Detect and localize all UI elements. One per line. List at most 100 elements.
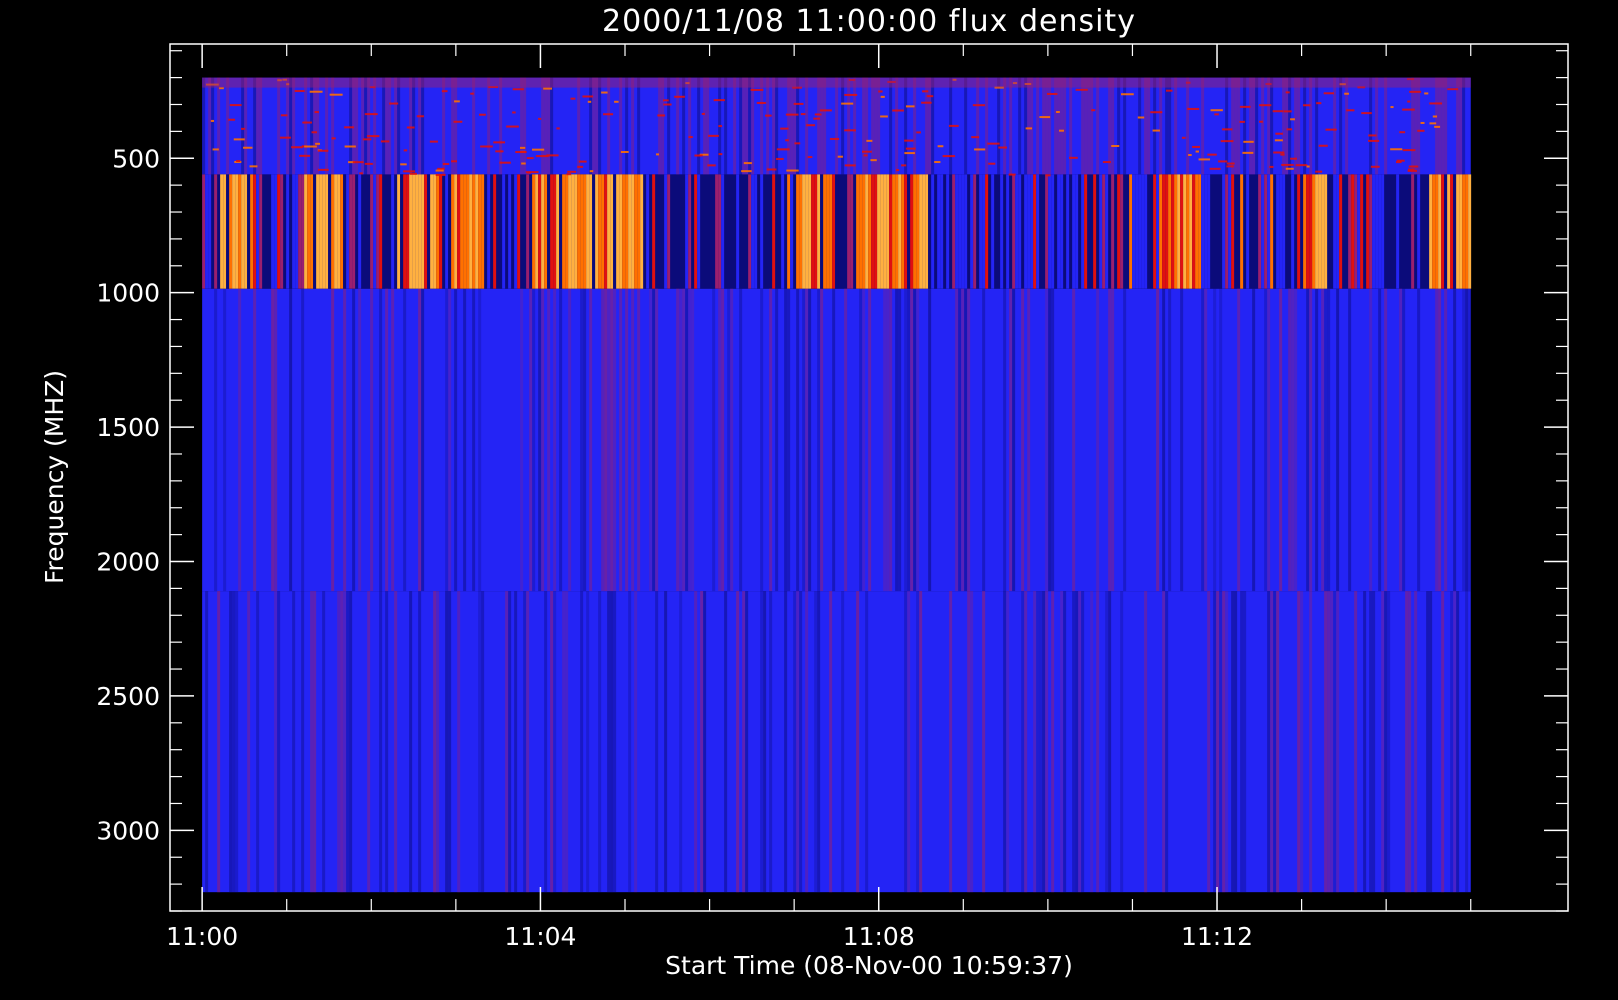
- spectrogram-column: [238, 174, 242, 289]
- spectrogram-column: [940, 174, 944, 289]
- noise-speck: [1222, 128, 1233, 131]
- noise-speck: [1207, 153, 1217, 156]
- spectrogram-column: [415, 174, 419, 289]
- top-edge-noise: [202, 77, 1471, 88]
- noise-speck: [1214, 113, 1219, 116]
- spectrogram-column: [802, 174, 806, 289]
- spectrogram-column: [766, 77, 770, 175]
- spectrogram-column: [865, 174, 869, 289]
- noise-speck: [863, 154, 868, 157]
- spectrogram-column: [1417, 174, 1421, 289]
- noise-speck: [880, 115, 888, 118]
- spectrogram-column: [682, 77, 686, 175]
- spectrogram-column: [568, 174, 572, 289]
- spectrogram-column: [895, 174, 899, 289]
- chart-title: 2000/11/08 11:00:00 flux density: [602, 4, 1136, 39]
- spectrogram-column: [1309, 77, 1313, 175]
- spectrogram-column: [565, 591, 569, 893]
- spectrogram-column: [745, 591, 749, 893]
- spectrogram-column: [235, 591, 239, 893]
- noise-speck: [688, 136, 693, 139]
- spectrogram-column: [613, 288, 617, 592]
- spectrogram-column: [634, 174, 638, 289]
- spectrogram-column: [277, 174, 281, 289]
- spectrogram-column: [1255, 77, 1259, 175]
- spectrogram-column: [370, 288, 374, 592]
- noise-speck: [916, 131, 921, 134]
- spectrogram-column: [241, 174, 245, 289]
- spectrogram-column: [925, 174, 929, 289]
- spectrogram-column: [1024, 591, 1028, 893]
- spectrogram-column: [736, 174, 740, 289]
- spectrogram-column: [550, 77, 554, 175]
- noise-speck: [241, 127, 246, 130]
- y-tick-label: 3000: [96, 816, 160, 845]
- spectrogram-column: [886, 288, 890, 592]
- spectrogram-column: [1468, 174, 1472, 289]
- spectrogram-column: [1324, 174, 1328, 289]
- spectrogram-column: [1447, 174, 1451, 289]
- spectrogram-column: [892, 174, 896, 289]
- spectrogram-column: [286, 174, 290, 289]
- spectrogram-column: [1276, 591, 1280, 893]
- spectrogram-column: [610, 591, 614, 893]
- spectrogram-column: [538, 174, 542, 289]
- noise-speck: [1323, 92, 1334, 95]
- noise-speck: [543, 87, 553, 90]
- noise-speck: [567, 170, 577, 173]
- spectrogram-column: [310, 591, 314, 893]
- spectrogram-column: [796, 174, 800, 289]
- spectrogram-column: [1291, 174, 1295, 289]
- spectrogram-column: [661, 77, 665, 175]
- spectrogram-column: [1306, 174, 1310, 289]
- spectrogram-column: [985, 174, 989, 289]
- noise-speck: [228, 118, 236, 121]
- spectrogram-column: [784, 591, 788, 893]
- spectrogram-column: [1345, 77, 1349, 175]
- noise-speck: [657, 114, 666, 117]
- spectrogram-column: [595, 174, 599, 289]
- noise-speck: [546, 154, 559, 157]
- spectrogram-column: [493, 174, 497, 289]
- spectrogram-column: [1075, 591, 1079, 893]
- noise-speck: [601, 91, 608, 94]
- spectrogram-column: [610, 174, 614, 289]
- spectrogram-column: [340, 591, 344, 893]
- spectrogram-column: [331, 77, 335, 175]
- spectrogram-column: [499, 77, 503, 175]
- noise-speck: [1318, 144, 1328, 147]
- spectrogram-column: [637, 288, 641, 592]
- spectrogram-column: [1135, 174, 1139, 289]
- spectrogram-column: [760, 288, 764, 592]
- spectrogram-column: [796, 77, 800, 175]
- spectrogram-column: [364, 77, 368, 175]
- spectrogram-column: [742, 77, 746, 175]
- noise-speck: [896, 169, 900, 172]
- noise-speck: [905, 147, 916, 150]
- spectrogram-column: [592, 77, 596, 175]
- noise-speck: [844, 129, 856, 132]
- spectrogram-column: [1456, 174, 1460, 289]
- spectrogram-column: [607, 174, 611, 289]
- spectrogram-column: [1261, 77, 1265, 175]
- noise-speck: [429, 140, 438, 143]
- spectrogram-column: [1330, 591, 1334, 893]
- spectrogram-column: [463, 174, 467, 289]
- spectrogram-column: [565, 174, 569, 289]
- spectrogram-column: [1372, 591, 1376, 893]
- noise-speck: [1390, 148, 1403, 151]
- spectrogram-column: [721, 288, 725, 592]
- spectrogram-column: [697, 77, 701, 175]
- spectrogram-column: [1267, 288, 1271, 592]
- spectrogram-column: [1165, 77, 1169, 175]
- spectrogram-column: [1096, 77, 1100, 175]
- noise-speck: [922, 90, 929, 93]
- spectrogram-column: [253, 174, 257, 289]
- spectrogram-column: [1099, 174, 1103, 289]
- spectrogram-column: [1003, 591, 1007, 893]
- spectrogram-column: [913, 288, 917, 592]
- noise-speck: [243, 146, 253, 149]
- spectrogram-column: [1117, 174, 1121, 289]
- noise-speck: [926, 95, 934, 98]
- spectrogram-column: [1279, 288, 1283, 592]
